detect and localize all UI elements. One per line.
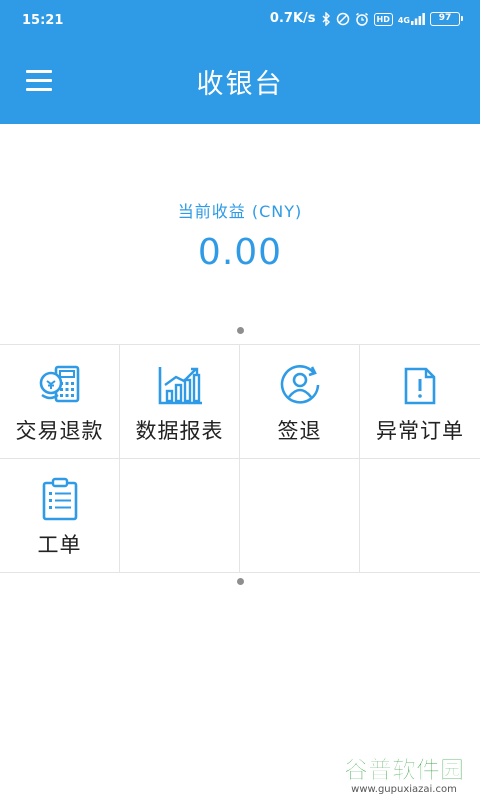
grid-item-label: 工单 xyxy=(37,533,82,557)
grid-item-label: 异常订单 xyxy=(376,419,464,443)
hd-badge: HD xyxy=(373,12,393,26)
page-indicator-dot xyxy=(237,327,244,334)
battery-icon: 97 xyxy=(430,12,463,26)
function-grid: 交易退款 数据报表 签退 异常订单 工单 xyxy=(0,344,480,573)
grid-empty-cell xyxy=(120,459,240,573)
user-signout-icon xyxy=(280,365,319,404)
grid-item-sign-out[interactable]: 签退 xyxy=(240,345,360,459)
grid-item-label: 数据报表 xyxy=(135,419,224,443)
bar-chart-icon xyxy=(158,367,202,405)
network-type: 4G xyxy=(397,16,410,25)
net-speed: 0.7K/s xyxy=(269,11,316,26)
watermark-url: www.gupuxiazai.com xyxy=(351,784,457,795)
grid-item-data-report[interactable]: 数据报表 xyxy=(120,345,240,459)
watermark-brand: 谷普软件园 xyxy=(344,756,464,784)
watermark-logo: 谷普软件园 www.gupuxiazai.com xyxy=(332,750,476,796)
grid-empty-cell xyxy=(360,459,480,573)
page-indicator-dot xyxy=(237,578,244,585)
grid-item-label: 交易退款 xyxy=(15,419,104,443)
signal-icon xyxy=(411,13,425,25)
clipboard-list-icon xyxy=(42,477,77,521)
signal-indicator: 4G xyxy=(398,13,425,25)
page-title: 收银台 xyxy=(196,69,284,100)
earnings-label: 当前收益 (CNY) xyxy=(177,202,303,221)
alarm-icon xyxy=(355,12,368,26)
status-indicators: 0.7K/s HD 4G 97 xyxy=(269,11,463,27)
exception-document-icon xyxy=(404,367,436,405)
refund-calculator-icon xyxy=(39,365,79,403)
grid-empty-cell xyxy=(240,459,360,573)
bluetooth-icon xyxy=(322,12,330,26)
grid-item-exception-order[interactable]: 异常订单 xyxy=(360,345,480,459)
app-header: 15:21 0.7K/s HD 4G 97 收银台 xyxy=(0,0,480,124)
status-bar: 15:21 0.7K/s HD 4G 97 xyxy=(0,0,480,40)
grid-item-refund[interactable]: 交易退款 xyxy=(0,345,120,459)
status-time: 15:21 xyxy=(22,13,64,28)
grid-item-label: 签退 xyxy=(277,419,322,443)
earnings-summary: 当前收益 (CNY) 0.00 xyxy=(0,198,480,273)
grid-item-work-order[interactable]: 工单 xyxy=(0,459,120,573)
do-not-disturb-icon xyxy=(336,12,349,26)
earnings-amount: 0.00 xyxy=(197,232,283,273)
